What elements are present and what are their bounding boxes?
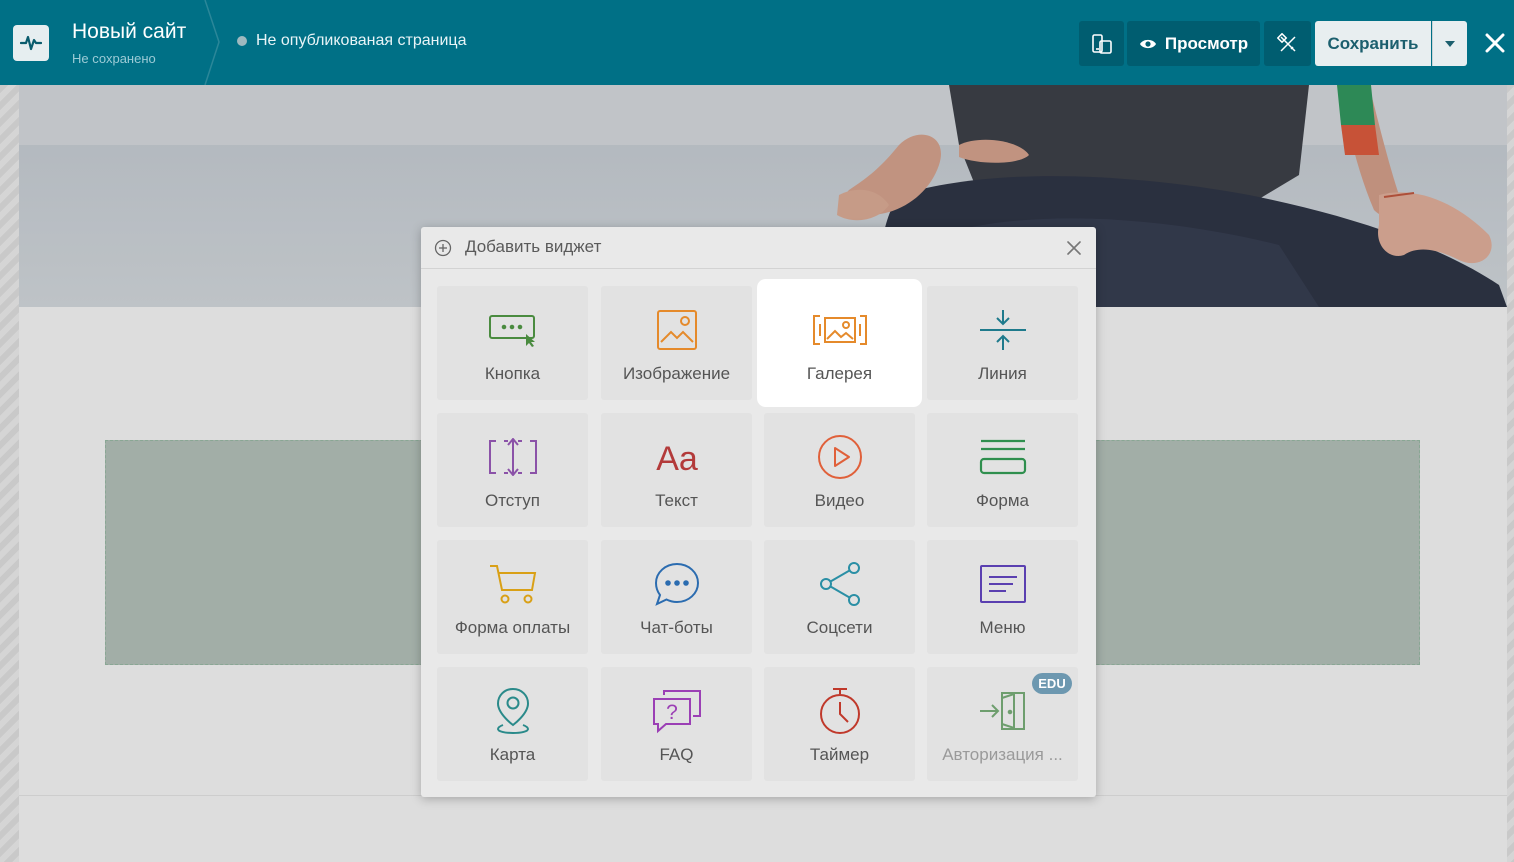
text-icon: Aa xyxy=(649,434,705,480)
map-pin-icon xyxy=(485,687,541,735)
widget-faq[interactable]: ? FAQ xyxy=(601,667,752,781)
top-bar: Новый сайт Не сохранено Не опубликованая… xyxy=(0,0,1514,85)
line-icon xyxy=(975,307,1031,353)
image-icon xyxy=(649,307,705,353)
widget-map[interactable]: Карта xyxy=(437,667,588,781)
widget-label: Чат-боты xyxy=(640,618,713,637)
breadcrumb-separator-icon xyxy=(204,0,220,85)
widget-social[interactable]: Соцсети xyxy=(764,540,915,654)
widget-image[interactable]: Изображение xyxy=(601,286,752,400)
save-dropdown-button[interactable] xyxy=(1432,21,1467,66)
widget-label: Линия xyxy=(978,364,1027,383)
widget-label: Кнопка xyxy=(484,364,541,383)
widget-gallery[interactable]: Галерея xyxy=(764,286,915,400)
video-icon xyxy=(812,434,868,480)
widget-label: Авторизация ... xyxy=(942,745,1063,764)
svg-text:Aa: Aa xyxy=(656,440,698,477)
widget-label: Текст xyxy=(655,491,698,510)
modal-header: Добавить виджет xyxy=(421,227,1096,269)
gallery-icon xyxy=(812,307,868,353)
cart-icon xyxy=(485,561,541,607)
widget-form[interactable]: Форма xyxy=(927,413,1078,527)
widget-label: Видео xyxy=(814,491,865,510)
widget-text[interactable]: Aa Текст xyxy=(601,413,752,527)
mobile-view-button[interactable] xyxy=(1079,21,1124,66)
publish-status: Не опубликованая страница xyxy=(237,32,466,50)
widget-label: Форма xyxy=(976,491,1029,510)
eye-icon xyxy=(1139,39,1156,48)
widget-video[interactable]: Видео xyxy=(764,413,915,527)
save-button[interactable]: Сохранить xyxy=(1315,21,1431,66)
site-save-status: Не сохранено xyxy=(72,51,156,66)
caret-down-icon xyxy=(1445,40,1455,47)
svg-text:?: ? xyxy=(666,701,678,724)
share-icon xyxy=(812,561,868,607)
widget-label: Изображение xyxy=(622,364,731,383)
chat-icon xyxy=(649,561,705,607)
spacing-icon xyxy=(485,434,541,480)
menu-icon xyxy=(975,561,1031,607)
widget-label: FAQ xyxy=(659,745,694,764)
widget-timer[interactable]: Таймер xyxy=(764,667,915,781)
pulse-logo-icon[interactable] xyxy=(13,25,49,61)
edu-badge: EDU xyxy=(1032,673,1072,694)
close-icon[interactable] xyxy=(1065,239,1083,257)
widget-label: Отступ xyxy=(484,491,540,510)
plus-circle-icon xyxy=(434,239,452,257)
modal-title: Добавить виджет xyxy=(465,237,602,256)
widget-label: Меню xyxy=(979,618,1026,637)
widget-menu[interactable]: Меню xyxy=(927,540,1078,654)
close-icon xyxy=(1485,33,1505,53)
ruler-pencil-icon xyxy=(1276,32,1296,52)
widget-chatbots[interactable]: Чат-боты xyxy=(601,540,752,654)
widget-button[interactable]: Кнопка xyxy=(437,286,588,400)
mobile-desktop-icon xyxy=(1091,33,1112,54)
preview-label: Просмотр xyxy=(1164,33,1249,53)
design-tools-button[interactable] xyxy=(1264,21,1311,66)
preview-button[interactable]: Просмотр xyxy=(1127,21,1260,66)
site-title[interactable]: Новый сайт xyxy=(72,20,186,44)
widget-label: Карта xyxy=(489,745,536,764)
status-dot-icon xyxy=(237,36,247,46)
faq-icon: ? xyxy=(649,688,705,734)
form-icon xyxy=(975,434,1031,480)
close-editor-button[interactable] xyxy=(1480,26,1510,60)
publish-status-label: Не опубликованая страница xyxy=(256,32,467,49)
add-widget-modal: Добавить виджет Кнопка Изображение Галер… xyxy=(421,227,1096,797)
widget-payment-form[interactable]: Форма оплаты xyxy=(437,540,588,654)
widget-spacing[interactable]: Отступ xyxy=(437,413,588,527)
login-icon xyxy=(975,688,1031,734)
widget-label: Галерея xyxy=(806,364,873,383)
widget-line[interactable]: Линия xyxy=(927,286,1078,400)
button-icon xyxy=(485,307,541,353)
widget-label: Форма оплаты xyxy=(454,618,571,637)
widget-label: Соцсети xyxy=(806,618,873,637)
widget-label: Таймер xyxy=(809,745,870,764)
widget-authorization[interactable]: Авторизация ... EDU xyxy=(927,667,1078,781)
timer-icon xyxy=(812,688,868,734)
